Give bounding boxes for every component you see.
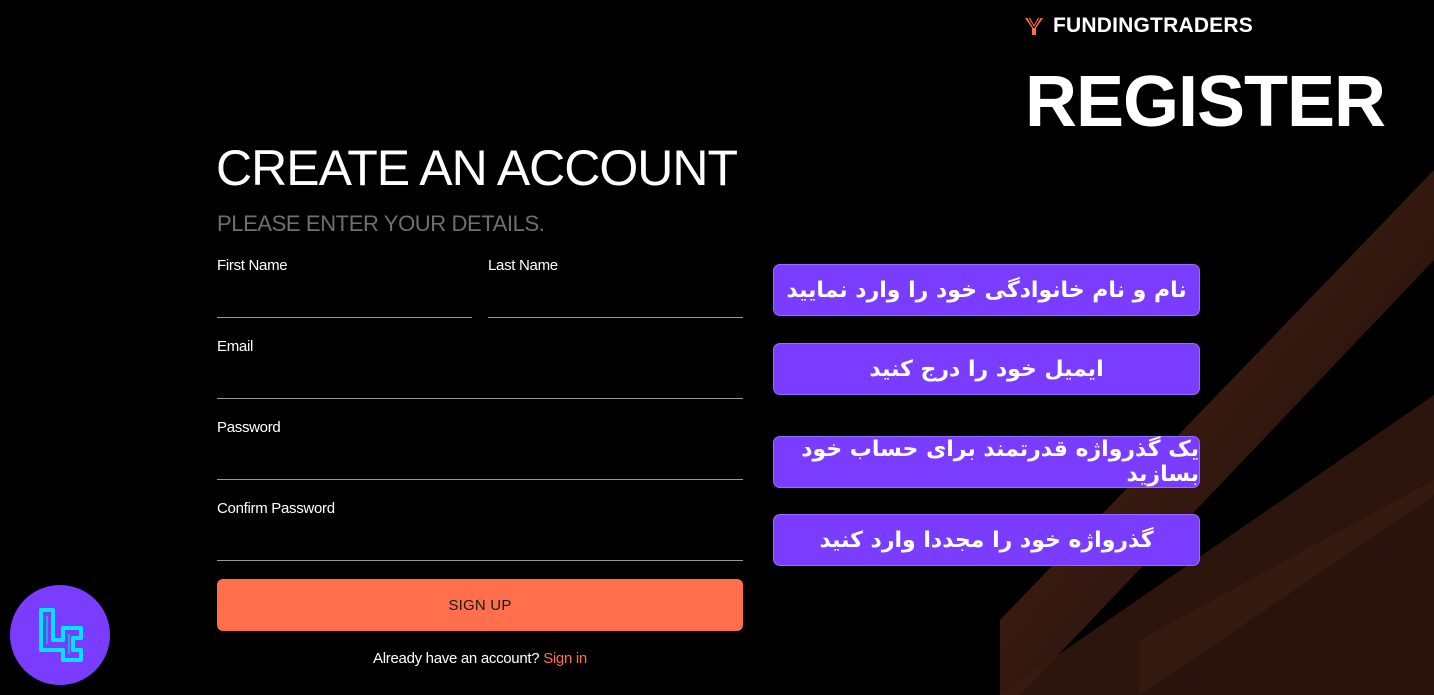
brand-name: FUNDINGTRADERS (1053, 14, 1253, 37)
form-subtitle: PLEASE ENTER YOUR DETAILS. (217, 211, 545, 236)
last-name-label: Last Name (488, 257, 558, 274)
confirm-password-label: Confirm Password (217, 500, 335, 517)
email-label: Email (217, 338, 254, 355)
first-name-group: First Name (217, 257, 472, 318)
first-name-input[interactable] (217, 284, 472, 318)
email-input[interactable] (217, 365, 743, 399)
email-group: Email (217, 338, 743, 399)
password-group: Password (217, 419, 743, 480)
tradingfinder-logo-icon (10, 585, 110, 685)
register-banner: REGISTER (1025, 62, 1386, 142)
annotation-email: ایمیل خود را درج کنید (773, 343, 1200, 395)
sign-up-button[interactable]: SIGN UP (217, 579, 743, 631)
signin-prompt: Already have an account? (373, 650, 540, 667)
fundingtraders-logo-icon (1025, 17, 1043, 35)
sign-in-link[interactable]: Sign in (543, 650, 587, 667)
password-input[interactable] (217, 446, 743, 480)
annotation-confirm-password: گذرواژه خود را مجددا وارد کنید (773, 514, 1200, 566)
confirm-password-input[interactable] (217, 527, 743, 561)
first-name-label: First Name (217, 257, 288, 274)
annotation-password: یک گذرواژه قدرتمند برای حساب خود بسازید (773, 436, 1200, 488)
annotation-name: نام و نام خانوادگی خود را وارد نمایید (773, 264, 1200, 316)
form-title: CREATE AN ACCOUNT (216, 140, 738, 196)
password-label: Password (217, 419, 281, 436)
last-name-input[interactable] (488, 284, 743, 318)
brand-header: FUNDINGTRADERS (1023, 14, 1253, 38)
confirm-password-group: Confirm Password (217, 500, 743, 561)
signin-row: Already have an account? Sign in (217, 650, 743, 667)
last-name-group: Last Name (488, 257, 743, 318)
